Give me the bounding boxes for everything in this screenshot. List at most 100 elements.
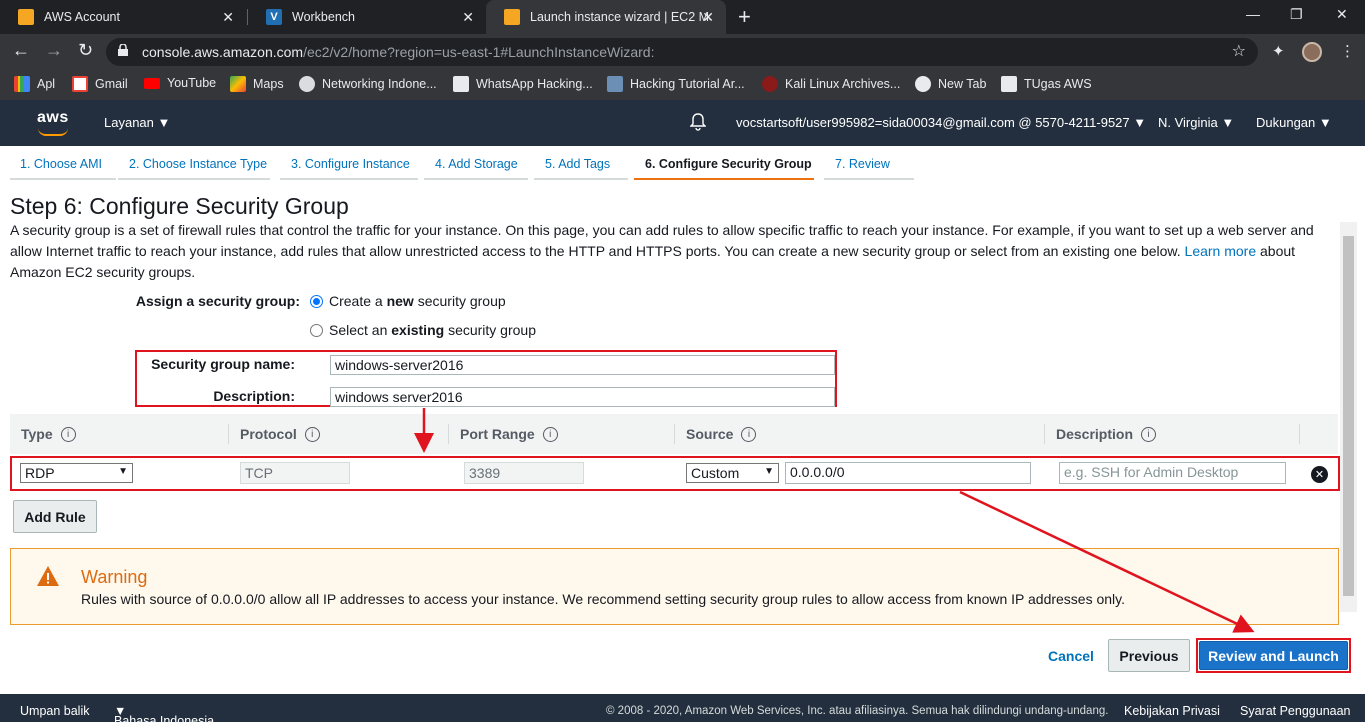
browser-tab-aws-account[interactable]: AWS Account ✕ [0,0,246,34]
close-icon[interactable]: ✕ [222,9,234,26]
bookmark-youtube[interactable]: YouTube [144,76,216,90]
tab-add-storage[interactable]: 4. Add Storage [424,150,528,180]
address-bar[interactable]: console.aws.amazon.com/ec2/v2/home?regio… [106,38,1258,66]
youtube-icon [144,77,160,89]
aws-logo[interactable]: aws [37,109,69,136]
remove-rule-icon[interactable]: ✕ [1311,466,1328,483]
radio-create-new[interactable]: Create a new security group [310,293,506,309]
bookmark-whatsapp[interactable]: WhatsApp Hacking... [453,76,593,92]
aws-box-icon [504,9,520,25]
warning-text: Rules with source of 0.0.0.0/0 allow all… [81,591,1126,607]
type-select[interactable]: RDP ▼ [20,463,133,483]
scrollbar-thumb[interactable] [1343,236,1354,596]
column-divider [1044,424,1045,444]
tab-choose-ami[interactable]: 1. Choose AMI [10,150,116,180]
services-menu[interactable]: Layanan ▼ [104,115,170,130]
close-window-icon[interactable]: ✕ [1336,6,1348,23]
account-menu[interactable]: vocstartsoft/user995982=sida00034@gmail.… [736,115,1146,130]
tab-configure-instance[interactable]: 3. Configure Instance [280,150,418,180]
tab-title: Launch instance wizard | EC2 Ma [530,10,710,24]
learn-more-link[interactable]: Learn more [1185,243,1257,259]
site-icon [607,76,623,92]
col-protocol: Protocol i [240,426,320,442]
info-icon[interactable]: i [60,426,76,442]
maximize-icon[interactable]: ❐ [1290,6,1303,23]
bookmark-apps[interactable]: Apl [14,76,55,92]
bookmark-maps[interactable]: Maps [230,76,284,92]
rules-table-header: Type i Protocol i Port Range i Source i Desc… [10,414,1338,454]
col-description: Description i [1056,426,1157,442]
feedback-link[interactable]: Umpan balik [20,704,89,718]
radio-select-existing[interactable]: Select an existing security group [310,322,536,338]
radio-selected[interactable] [310,294,323,308]
bell-icon[interactable] [690,113,706,131]
aws-box-icon [18,9,34,25]
page-title: Step 6: Configure Security Group [10,193,349,219]
browser-tab-workbench[interactable]: V Workbench ✕ [248,0,486,34]
close-icon[interactable]: ✕ [702,9,714,26]
bookmark-star-icon[interactable]: ☆ [1232,41,1246,61]
bookmark-kali[interactable]: Kali Linux Archives... [762,76,900,92]
support-menu[interactable]: Dukungan ▼ [1256,115,1332,130]
warning-title: Warning [81,567,148,587]
tab-configure-security-group[interactable]: 6. Configure Security Group [634,150,814,180]
lock-icon [118,44,128,56]
sg-name-label: Security group name: [151,356,295,372]
site-icon [299,76,315,92]
back-icon[interactable]: ← [12,40,30,61]
tab-review[interactable]: 7. Review [824,150,914,180]
info-icon[interactable]: i [741,426,757,442]
globe-icon [915,76,931,92]
apps-grid-icon [14,76,30,92]
radio-unselected[interactable] [310,323,323,337]
region-menu[interactable]: N. Virginia ▼ [1158,115,1234,130]
reload-icon[interactable]: ↻ [78,40,93,61]
bookmark-gmail[interactable]: Gmail [72,76,128,92]
close-icon[interactable]: ✕ [462,9,474,26]
tab-choose-instance-type[interactable]: 2. Choose Instance Type [118,150,270,180]
menu-icon[interactable]: ⋮ [1340,42,1355,60]
minimize-icon[interactable]: — [1246,6,1260,22]
forward-icon[interactable]: → [45,40,63,61]
workbench-icon: V [266,9,282,25]
maps-icon [230,76,246,92]
description-input[interactable]: windows server2016 [330,387,835,407]
port-range-field: 3389 [464,462,584,484]
review-and-launch-button[interactable]: Review and Launch [1199,641,1348,670]
browser-tab-launch-wizard[interactable]: Launch instance wizard | EC2 Ma ✕ [486,0,726,34]
avatar[interactable] [1302,42,1322,62]
language-selector[interactable]: Bahasa Indonesia ▼ [114,704,214,722]
bookmark-new-tab[interactable]: New Tab [915,76,986,92]
scrollbar[interactable] [1340,222,1357,612]
cancel-button[interactable]: Cancel [1040,640,1102,671]
privacy-link[interactable]: Kebijakan Privasi [1124,704,1220,718]
source-cidr-input[interactable]: 0.0.0.0/0 [785,462,1031,484]
add-rule-button[interactable]: Add Rule [13,500,97,533]
protocol-field: TCP [240,462,350,484]
sg-name-input[interactable]: windows-server2016 [330,355,835,375]
folder-icon [1001,76,1017,92]
col-port-range: Port Range i [460,426,558,442]
url-text: console.aws.amazon.com/ec2/v2/home?regio… [142,44,655,60]
info-icon[interactable]: i [304,426,320,442]
source-mode-select[interactable]: Custom ▼ [686,463,779,483]
terms-link[interactable]: Syarat Penggunaan [1240,704,1351,718]
extensions-icon[interactable]: ✦ [1272,42,1285,60]
col-source: Source i [686,426,757,442]
bookmark-hacking-tutorial[interactable]: Hacking Tutorial Ar... [607,76,745,92]
tab-title: Workbench [292,10,355,24]
info-icon[interactable]: i [542,426,558,442]
aws-footer: Umpan balik Bahasa Indonesia ▼ © 2008 - … [0,694,1365,722]
tab-add-tags[interactable]: 5. Add Tags [534,150,628,180]
previous-button[interactable]: Previous [1108,639,1190,672]
bookmark-tugas-aws[interactable]: TUgas AWS [1001,76,1092,92]
browser-tab-strip: AWS Account ✕ V Workbench ✕ Launch insta… [0,0,1365,34]
info-icon[interactable]: i [1141,426,1157,442]
bookmark-networking[interactable]: Networking Indone... [299,76,437,92]
rule-description-input[interactable]: e.g. SSH for Admin Desktop [1059,462,1286,484]
kali-icon [762,76,778,92]
description-label: Description: [213,388,295,404]
bookmarks-bar: Apl Gmail YouTube Maps Networking Indone… [0,70,1365,100]
site-icon [453,76,469,92]
new-tab-icon[interactable]: + [738,4,751,30]
